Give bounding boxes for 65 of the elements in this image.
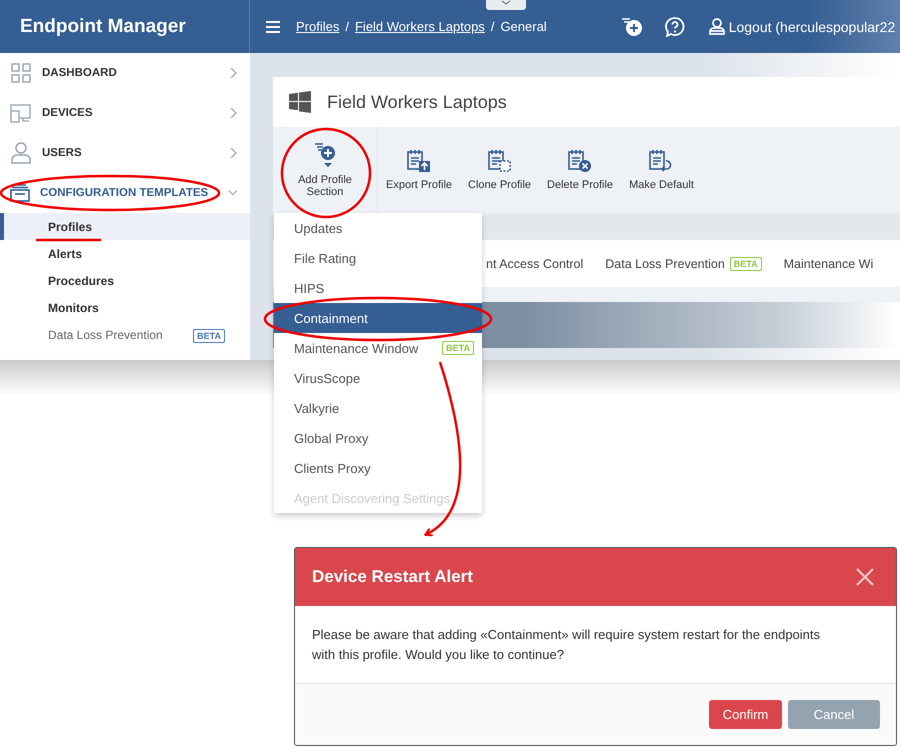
menu-item[interactable]: VirusScope <box>274 363 482 393</box>
logout-link[interactable]: Logout (herculespopular22 <box>728 18 896 34</box>
menu-item[interactable]: Containment <box>274 303 482 333</box>
menu-item[interactable]: Updates <box>274 213 482 243</box>
section-tab[interactable]: nt Access Control <box>486 256 584 270</box>
dashboard-grid-icon <box>11 63 31 83</box>
chevron-right-icon[interactable] <box>230 147 238 159</box>
toolbar-button[interactable]: Make Default <box>621 127 702 213</box>
beta-badge: BETA <box>730 256 762 270</box>
clipboard-delete-icon <box>567 149 594 173</box>
breadcrumb-separator: / <box>490 19 494 34</box>
windows-logo-icon <box>289 91 311 113</box>
menu-item[interactable]: File Rating <box>274 243 482 273</box>
sidebar-subitem[interactable]: Alerts <box>0 240 250 267</box>
menu-item[interactable]: HIPS <box>274 273 482 303</box>
dialog-title: Device Restart Alert <box>312 567 473 587</box>
beta-badge: BETA <box>193 328 225 342</box>
underline-mark <box>36 238 101 242</box>
add-icon[interactable] <box>620 16 643 36</box>
breadcrumb-link[interactable]: Field Workers Laptops <box>354 19 485 34</box>
sidebar-label: USERS <box>42 147 82 159</box>
sidebar-label: DEVICES <box>42 107 92 119</box>
section-tab[interactable]: Data Loss Prevention BETA <box>605 256 762 270</box>
beta-badge: BETA <box>442 341 474 355</box>
menu-icon[interactable] <box>266 20 280 32</box>
breadcrumb-link[interactable]: Profiles <box>296 19 340 34</box>
toolbar-button[interactable]: Export Profile <box>378 127 460 213</box>
devices-icon <box>10 103 32 123</box>
clipboard-upload-icon <box>406 149 432 173</box>
sidebar-subitem[interactable]: Profiles <box>0 213 250 240</box>
user-icon <box>11 142 31 164</box>
sidebar-item[interactable]: DASHBOARD <box>0 53 250 93</box>
collapse-tab[interactable] <box>486 0 526 10</box>
dialog-message: Please be aware that adding «Containment» will require system restart for the endpoints with this profile. Would you like to continue? <box>312 626 822 664</box>
chevron-right-icon[interactable] <box>230 67 238 79</box>
confirm-button[interactable]: Confirm <box>709 700 782 729</box>
sidebar-label: CONFIGURATION TEMPLATES <box>40 187 208 199</box>
sidebar-subitem[interactable]: Procedures <box>0 267 250 294</box>
breadcrumb-current: General <box>500 19 547 34</box>
breadcrumb-separator: / <box>345 19 349 34</box>
menu-item[interactable]: Global Proxy <box>274 423 482 453</box>
sidebar-subitem[interactable]: Data Loss Prevention BETA <box>0 321 250 348</box>
help-icon[interactable] <box>664 16 685 36</box>
profile-title: Field Workers Laptops <box>327 92 507 112</box>
toolbar-button[interactable]: Clone Profile <box>460 127 540 213</box>
menu-item[interactable]: Valkyrie <box>274 393 482 423</box>
sidebar-item[interactable]: USERS <box>0 133 250 173</box>
clipboard-swap-icon <box>648 149 674 173</box>
sidebar-subitem[interactable]: Monitors <box>0 294 250 321</box>
menu-item[interactable]: Clients Proxy <box>274 453 482 483</box>
sidebar-item[interactable]: CONFIGURATION TEMPLATES <box>0 173 250 213</box>
chevron-down-icon[interactable] <box>228 189 238 197</box>
toolbar-button[interactable]: Delete Profile <box>539 127 622 213</box>
section-tab[interactable]: Maintenance Wi <box>784 256 874 270</box>
sidebar-item[interactable]: DEVICES <box>0 93 250 133</box>
menu-item[interactable]: Maintenance Window BETA <box>274 333 482 363</box>
clipboard-copy-icon <box>486 149 513 173</box>
chevron-right-icon[interactable] <box>230 107 238 119</box>
template-icon <box>10 184 30 202</box>
sidebar-label: DASHBOARD <box>42 67 117 79</box>
app-title: Endpoint Manager <box>20 16 186 38</box>
user-icon[interactable] <box>708 18 725 35</box>
close-icon[interactable] <box>856 568 874 586</box>
add-section-icon <box>313 142 337 168</box>
chevron-down-icon <box>501 0 511 6</box>
